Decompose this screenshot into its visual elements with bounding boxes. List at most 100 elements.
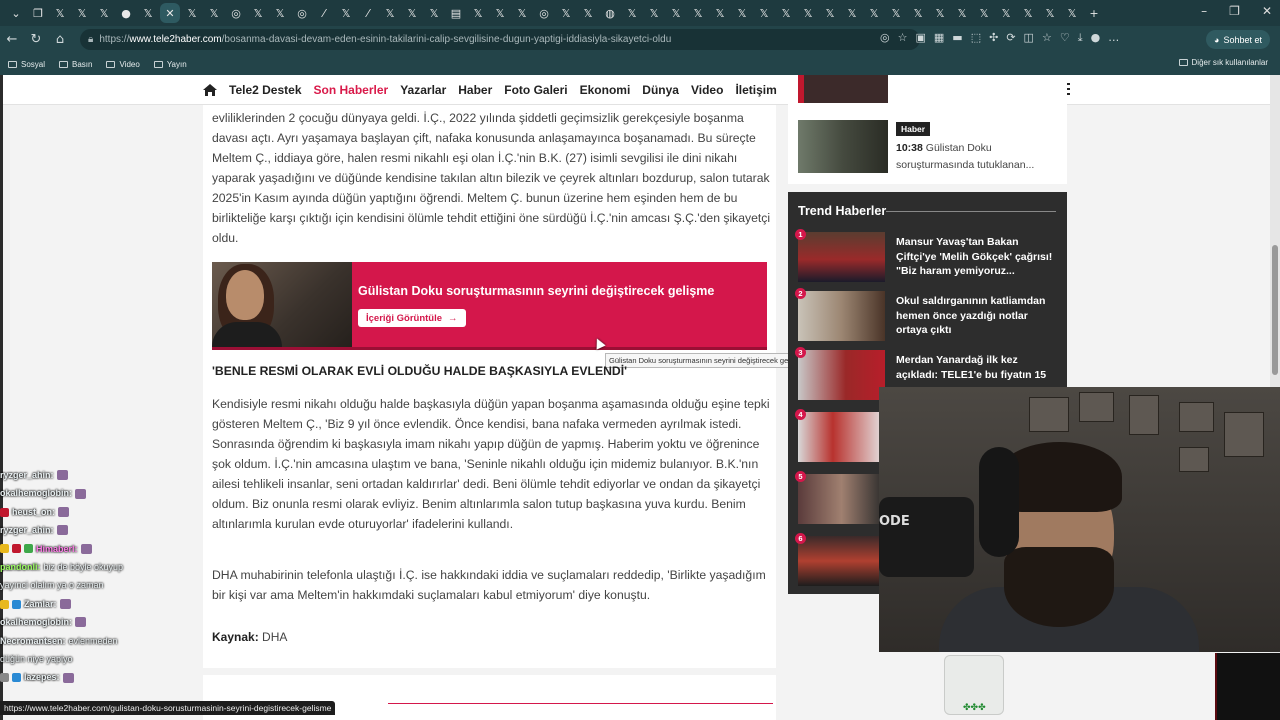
tab-x[interactable]: 𝕏 [644,3,664,23]
nav-item[interactable]: İletişim [735,83,776,97]
tab-x[interactable]: 𝕏 [754,3,774,23]
other-bookmarks[interactable]: Diğer sık kullanılanlar [1178,58,1268,67]
tab-x[interactable]: 𝕏 [424,3,444,23]
tab-x[interactable]: 𝕏 [512,3,532,23]
nav-item[interactable]: Dünya [642,83,679,97]
tab-instagram[interactable]: ◎ [534,3,554,23]
tab-x[interactable]: 𝕏 [1062,3,1082,23]
minimize-icon[interactable]: – [1201,4,1207,18]
tab-x[interactable]: 𝕏 [578,3,598,23]
more-icon[interactable]: … [1108,31,1119,45]
refresh-icon[interactable]: ⟳ [1006,31,1015,45]
extension-icon[interactable]: ✣ [989,31,998,45]
tab-x[interactable]: 𝕏 [996,3,1016,23]
tab-x[interactable]: 𝕏 [182,3,202,23]
tab-active[interactable]: ✕ [160,3,180,23]
tab-news[interactable]: ▤ [446,3,466,23]
favorites-icon[interactable]: ☆ [1042,31,1052,45]
tab-x[interactable]: 𝕏 [908,3,928,23]
split-view-icon[interactable]: ◫ [1024,31,1034,45]
view-content-button[interactable]: İçeriği Görüntüle → [358,309,466,327]
tab-x[interactable]: 𝕏 [842,3,862,23]
tab-x[interactable]: 𝕏 [402,3,422,23]
tab-x[interactable]: 𝕏 [864,3,884,23]
collections-icon[interactable]: ♡ [1060,31,1070,45]
tab-list-icon[interactable]: ⌄ [6,3,26,23]
tab-record[interactable]: ● [116,3,136,23]
tab-x[interactable]: 𝕏 [336,3,356,23]
avatar[interactable]: ● [1091,31,1101,45]
download-icon[interactable]: ⤓ [1078,31,1083,45]
tab-x[interactable]: 𝕏 [204,3,224,23]
tab-x[interactable]: 𝕏 [380,3,400,23]
nav-item[interactable]: Yazarlar [400,83,446,97]
tab-x[interactable]: 𝕏 [820,3,840,23]
trend-item[interactable]: 2 Okul saldırganının katliamdan hemen ön… [795,288,1056,343]
tab-x[interactable]: 𝕏 [666,3,686,23]
tab-x[interactable]: 𝕏 [490,3,510,23]
back-icon[interactable]: ← [0,32,24,47]
home-icon[interactable] [203,83,217,96]
tab-x[interactable]: 𝕏 [710,3,730,23]
tab-x[interactable]: 𝕏 [688,3,708,23]
maximize-icon[interactable]: ❐ [1229,4,1240,18]
tab-x[interactable]: 𝕏 [138,3,158,23]
nav-item[interactable]: Ekonomi [580,83,631,97]
close-window-icon[interactable]: ✕ [1262,4,1272,18]
tab-x[interactable]: 𝕏 [886,3,906,23]
tab-x[interactable]: 𝕏 [930,3,950,23]
tab-x[interactable]: 𝕏 [468,3,488,23]
tab-x[interactable]: 𝕏 [622,3,642,23]
tab-feather[interactable]: ⁄ [314,3,334,23]
scrollbar-thumb[interactable] [1272,245,1278,375]
tab-x[interactable]: 𝕏 [94,3,114,23]
tab-x[interactable]: 𝕏 [248,3,268,23]
reader-icon[interactable]: ◎ [880,31,890,45]
tab-x[interactable]: 𝕏 [270,3,290,23]
extension-icon[interactable]: ▣ [915,31,925,45]
tab-feather[interactable]: ⁄ [358,3,378,23]
tab-x[interactable]: 𝕏 [952,3,972,23]
extension-icon[interactable]: ⬚ [971,31,981,45]
url-field[interactable]: 🔒︎ https://www.tele2haber.com/bosanma-da… [80,29,920,50]
nav-item[interactable]: Tele2 Destek [229,83,302,97]
extension-icon[interactable]: ▦ [934,31,944,45]
bookmark-folder[interactable]: Sosyal [8,60,45,69]
home-icon[interactable]: ⌂ [48,32,72,47]
nav-item[interactable]: Video [691,83,723,97]
reload-icon[interactable]: ↻ [24,32,48,47]
tab-x[interactable]: 𝕏 [1040,3,1060,23]
star-icon[interactable]: ☆ [898,31,908,45]
nav-item[interactable]: Foto Galeri [504,83,567,97]
source-label: Kaynak: [212,630,259,644]
sidebar-news-item[interactable]: 10:38 Gülistan Doku soruşturmasında tutu… [896,140,1056,174]
chat-username: Necromantsen: [0,635,66,646]
lock-icon: 🔒︎ [88,34,94,45]
tab-x[interactable]: 𝕏 [732,3,752,23]
tab-x[interactable]: 𝕏 [776,3,796,23]
tooltip: Gülistan Doku soruşturmasının seyrini de… [605,353,810,368]
tab-x[interactable]: 𝕏 [974,3,994,23]
tab-instagram[interactable]: ◎ [226,3,246,23]
tab-x[interactable]: 𝕏 [798,3,818,23]
workspaces-icon[interactable]: ❐ [28,3,48,23]
tab-x[interactable]: 𝕏 [556,3,576,23]
extension-icon[interactable]: ▬ [952,31,962,45]
related-news-banner[interactable]: Gülistan Doku soruşturmasının seyrini de… [212,262,767,350]
tab-x[interactable]: 𝕏 [72,3,92,23]
news-thumbnail[interactable] [798,120,888,173]
chat-button[interactable]: ◕ Sohbet et [1206,30,1270,49]
bookmark-folder[interactable]: Basın [59,60,92,69]
news-thumbnail[interactable] [798,75,888,103]
new-tab-icon[interactable]: + [1084,3,1104,23]
bookmark-folder[interactable]: Video [106,60,140,69]
tab-globe[interactable]: ◍ [600,3,620,23]
trend-item[interactable]: 1 Mansur Yavaş'tan Bakan Çiftçi'ye 'Meli… [795,229,1056,284]
tab-x[interactable]: 𝕏 [50,3,70,23]
site-nav: Tele2 Destek Son Haberler Yazarlar Haber… [3,75,1270,105]
bookmark-folder[interactable]: Yayın [153,60,187,69]
tab-instagram[interactable]: ◎ [292,3,312,23]
tab-x[interactable]: 𝕏 [1018,3,1038,23]
nav-item-active[interactable]: Son Haberler [314,83,389,97]
nav-item[interactable]: Haber [458,83,492,97]
